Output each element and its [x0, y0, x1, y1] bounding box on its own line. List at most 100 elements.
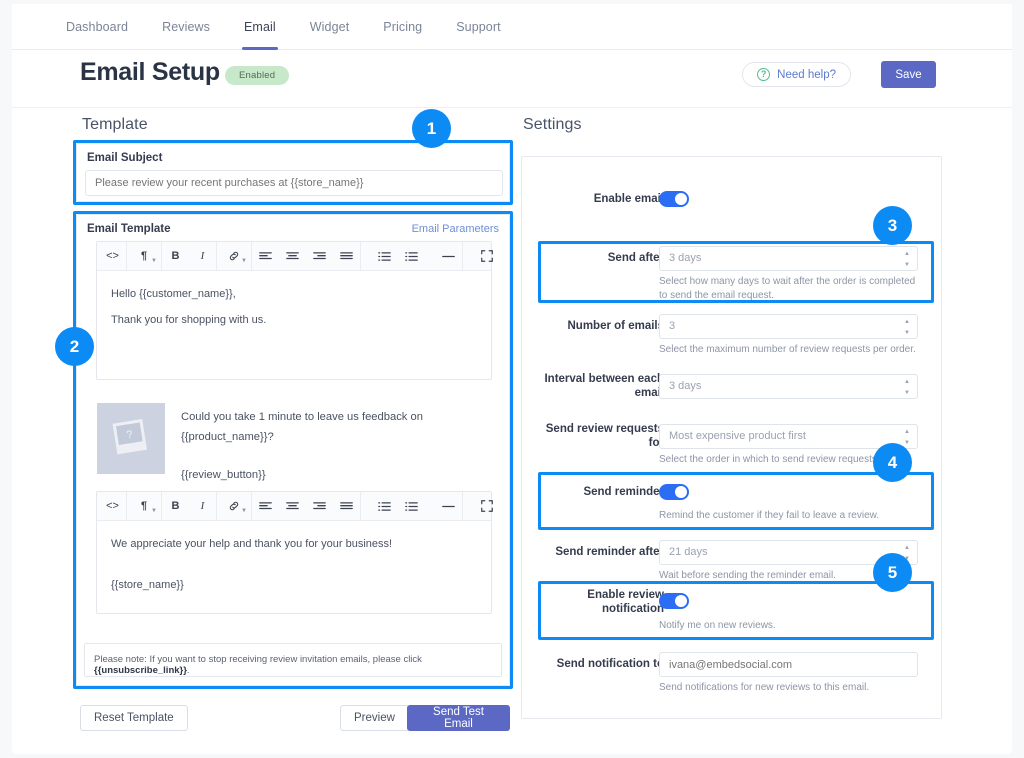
- send-after-select[interactable]: 3 days ▲ ▼: [659, 246, 918, 271]
- ordered-list-icon[interactable]: [371, 242, 398, 271]
- send-reminder-after-label: Send reminder after: [555, 546, 664, 558]
- interval-select[interactable]: 3 days ▲ ▼: [659, 374, 918, 399]
- send-review-requests-help: Select the order in which to send review…: [659, 454, 880, 465]
- nav-item-reviews[interactable]: Reviews: [162, 4, 210, 50]
- review-button-token: {{review_button}}: [181, 469, 266, 481]
- italic-icon[interactable]: I: [189, 242, 216, 271]
- horizontal-rule-icon[interactable]: [435, 492, 462, 521]
- fullscreen-icon[interactable]: [473, 242, 500, 271]
- page-title: Email Setup: [80, 58, 220, 86]
- bold-icon[interactable]: B: [162, 242, 189, 271]
- send-reminder-after-value: 21 days: [669, 546, 708, 558]
- align-center-icon[interactable]: [279, 492, 306, 521]
- template-button-row: Reset Template Preview Send Test Email: [76, 705, 510, 731]
- editor-toolbar-bottom: <> ¶ ▼ B I ▼: [97, 491, 493, 521]
- horizontal-rule-icon[interactable]: [435, 242, 462, 271]
- rich-text-editor-bottom: <> ¶ ▼ B I ▼ We appreciate your help and…: [96, 491, 493, 614]
- enable-review-notification-toggle[interactable]: [659, 593, 689, 609]
- fullscreen-icon[interactable]: [473, 492, 500, 521]
- top-navigation: Dashboard Reviews Email Widget Pricing S…: [12, 4, 1012, 50]
- ordered-list-icon[interactable]: [371, 492, 398, 521]
- link-icon[interactable]: ▼: [217, 492, 251, 521]
- nav-item-support[interactable]: Support: [456, 4, 500, 50]
- email-subject-title: Email Subject: [87, 152, 163, 164]
- question-circle-icon: ?: [757, 68, 771, 81]
- number-of-emails-value: 3: [669, 320, 676, 332]
- nav-label: Email: [244, 20, 276, 34]
- send-after-label: Send after: [607, 252, 664, 264]
- send-reminder-after-help: Wait before sending the reminder email.: [659, 570, 836, 581]
- enable-email-toggle[interactable]: [659, 191, 689, 207]
- send-reminder-after-select[interactable]: 21 days ▲ ▼: [659, 540, 918, 565]
- align-justify-icon[interactable]: [333, 492, 360, 521]
- align-justify-icon[interactable]: [333, 242, 360, 271]
- send-after-help: Select how many days to wait after the o…: [659, 276, 916, 301]
- unordered-list-icon[interactable]: [398, 492, 425, 521]
- editor-line: Thank you for shopping with us.: [111, 314, 267, 326]
- stepper-icon[interactable]: ▲ ▼: [903, 545, 911, 562]
- reset-template-button[interactable]: Reset Template: [80, 705, 188, 731]
- link-icon[interactable]: ▼: [217, 242, 251, 271]
- nav-item-widget[interactable]: Widget: [310, 4, 350, 50]
- nav-label: Support: [456, 20, 501, 34]
- need-help-label: Need help?: [777, 68, 836, 81]
- note-suffix: .: [186, 665, 190, 676]
- paragraph-format-icon[interactable]: ¶ ▼: [127, 242, 161, 271]
- send-reminder-toggle[interactable]: [659, 484, 689, 500]
- paragraph-format-icon[interactable]: ¶ ▼: [127, 492, 161, 521]
- toggle-knob: [675, 193, 687, 205]
- stepper-icon[interactable]: ▲ ▼: [903, 429, 911, 446]
- nav-label: Pricing: [383, 20, 423, 34]
- enable-email-toggle-wrap: [659, 191, 689, 207]
- send-review-requests-value: Most expensive product first: [669, 430, 806, 442]
- need-help-button[interactable]: ? Need help?: [742, 62, 851, 87]
- code-icon[interactable]: <>: [99, 492, 126, 521]
- align-right-icon[interactable]: [306, 492, 333, 521]
- email-parameters-link[interactable]: Email Parameters: [412, 223, 499, 235]
- template-section-label: Template: [82, 116, 148, 133]
- email-subject-input[interactable]: [85, 170, 503, 196]
- send-review-requests-select[interactable]: Most expensive product first ▲ ▼: [659, 424, 918, 449]
- nav-item-email[interactable]: Email: [242, 4, 278, 50]
- preview-button[interactable]: Preview: [340, 705, 409, 731]
- promo-text: Could you take 1 minute to leave us feed…: [181, 403, 487, 485]
- number-of-emails-help: Select the maximum number of review requ…: [659, 344, 916, 355]
- unsubscribe-link-token: {{unsubscribe_link}}: [94, 665, 187, 676]
- editor-line: We appreciate your help and thank you fo…: [111, 538, 393, 550]
- app-page: Dashboard Reviews Email Widget Pricing S…: [0, 0, 1024, 758]
- editor-line: {{store_name}}: [111, 579, 184, 591]
- settings-card: Enable email Send after 3 days ▲ ▼ Select…: [521, 156, 942, 719]
- editor-content-bottom[interactable]: We appreciate your help and thank you fo…: [97, 521, 491, 613]
- toggle-knob: [675, 486, 687, 498]
- send-test-email-button[interactable]: Send Test Email: [407, 705, 510, 731]
- editor-content-top[interactable]: Hello {{customer_name}}, Thank you for s…: [97, 271, 491, 379]
- stepper-icon[interactable]: ▲ ▼: [903, 251, 911, 268]
- align-left-icon[interactable]: [252, 492, 279, 521]
- align-right-icon[interactable]: [306, 242, 333, 271]
- code-icon[interactable]: <>: [99, 242, 126, 271]
- bold-icon[interactable]: B: [162, 492, 189, 521]
- send-after-value: 3 days: [669, 252, 702, 264]
- enable-email-label: Enable email: [593, 193, 664, 205]
- send-reminder-help: Remind the customer if they fail to leav…: [659, 510, 880, 521]
- nav-label: Widget: [309, 20, 350, 34]
- promo-question: Could you take 1 minute to leave us feed…: [181, 411, 423, 443]
- send-notification-to-input[interactable]: [659, 652, 918, 677]
- page-header: Email Setup Enabled ? Need help? Save: [12, 50, 1012, 108]
- number-of-emails-select[interactable]: 3 ▲ ▼: [659, 314, 918, 339]
- stepper-icon[interactable]: ▲ ▼: [903, 319, 911, 336]
- italic-icon[interactable]: I: [189, 492, 216, 521]
- send-reminder-label: Send reminder: [583, 486, 664, 498]
- email-subject-card: Email Subject: [76, 143, 510, 202]
- nav-label: Reviews: [162, 20, 210, 34]
- status-badge: Enabled: [225, 66, 290, 85]
- align-left-icon[interactable]: [252, 242, 279, 271]
- promo-block: ? Could you take 1 minute to leave us fe…: [97, 403, 487, 485]
- save-button[interactable]: Save: [881, 61, 936, 88]
- rich-text-editor-top: <> ¶ ▼ B I ▼ Hello {{customer_name}}, Th…: [96, 241, 493, 380]
- unordered-list-icon[interactable]: [398, 242, 425, 271]
- align-center-icon[interactable]: [279, 242, 306, 271]
- nav-item-dashboard[interactable]: Dashboard: [66, 4, 128, 50]
- nav-item-pricing[interactable]: Pricing: [383, 4, 422, 50]
- stepper-icon[interactable]: ▲ ▼: [903, 379, 911, 396]
